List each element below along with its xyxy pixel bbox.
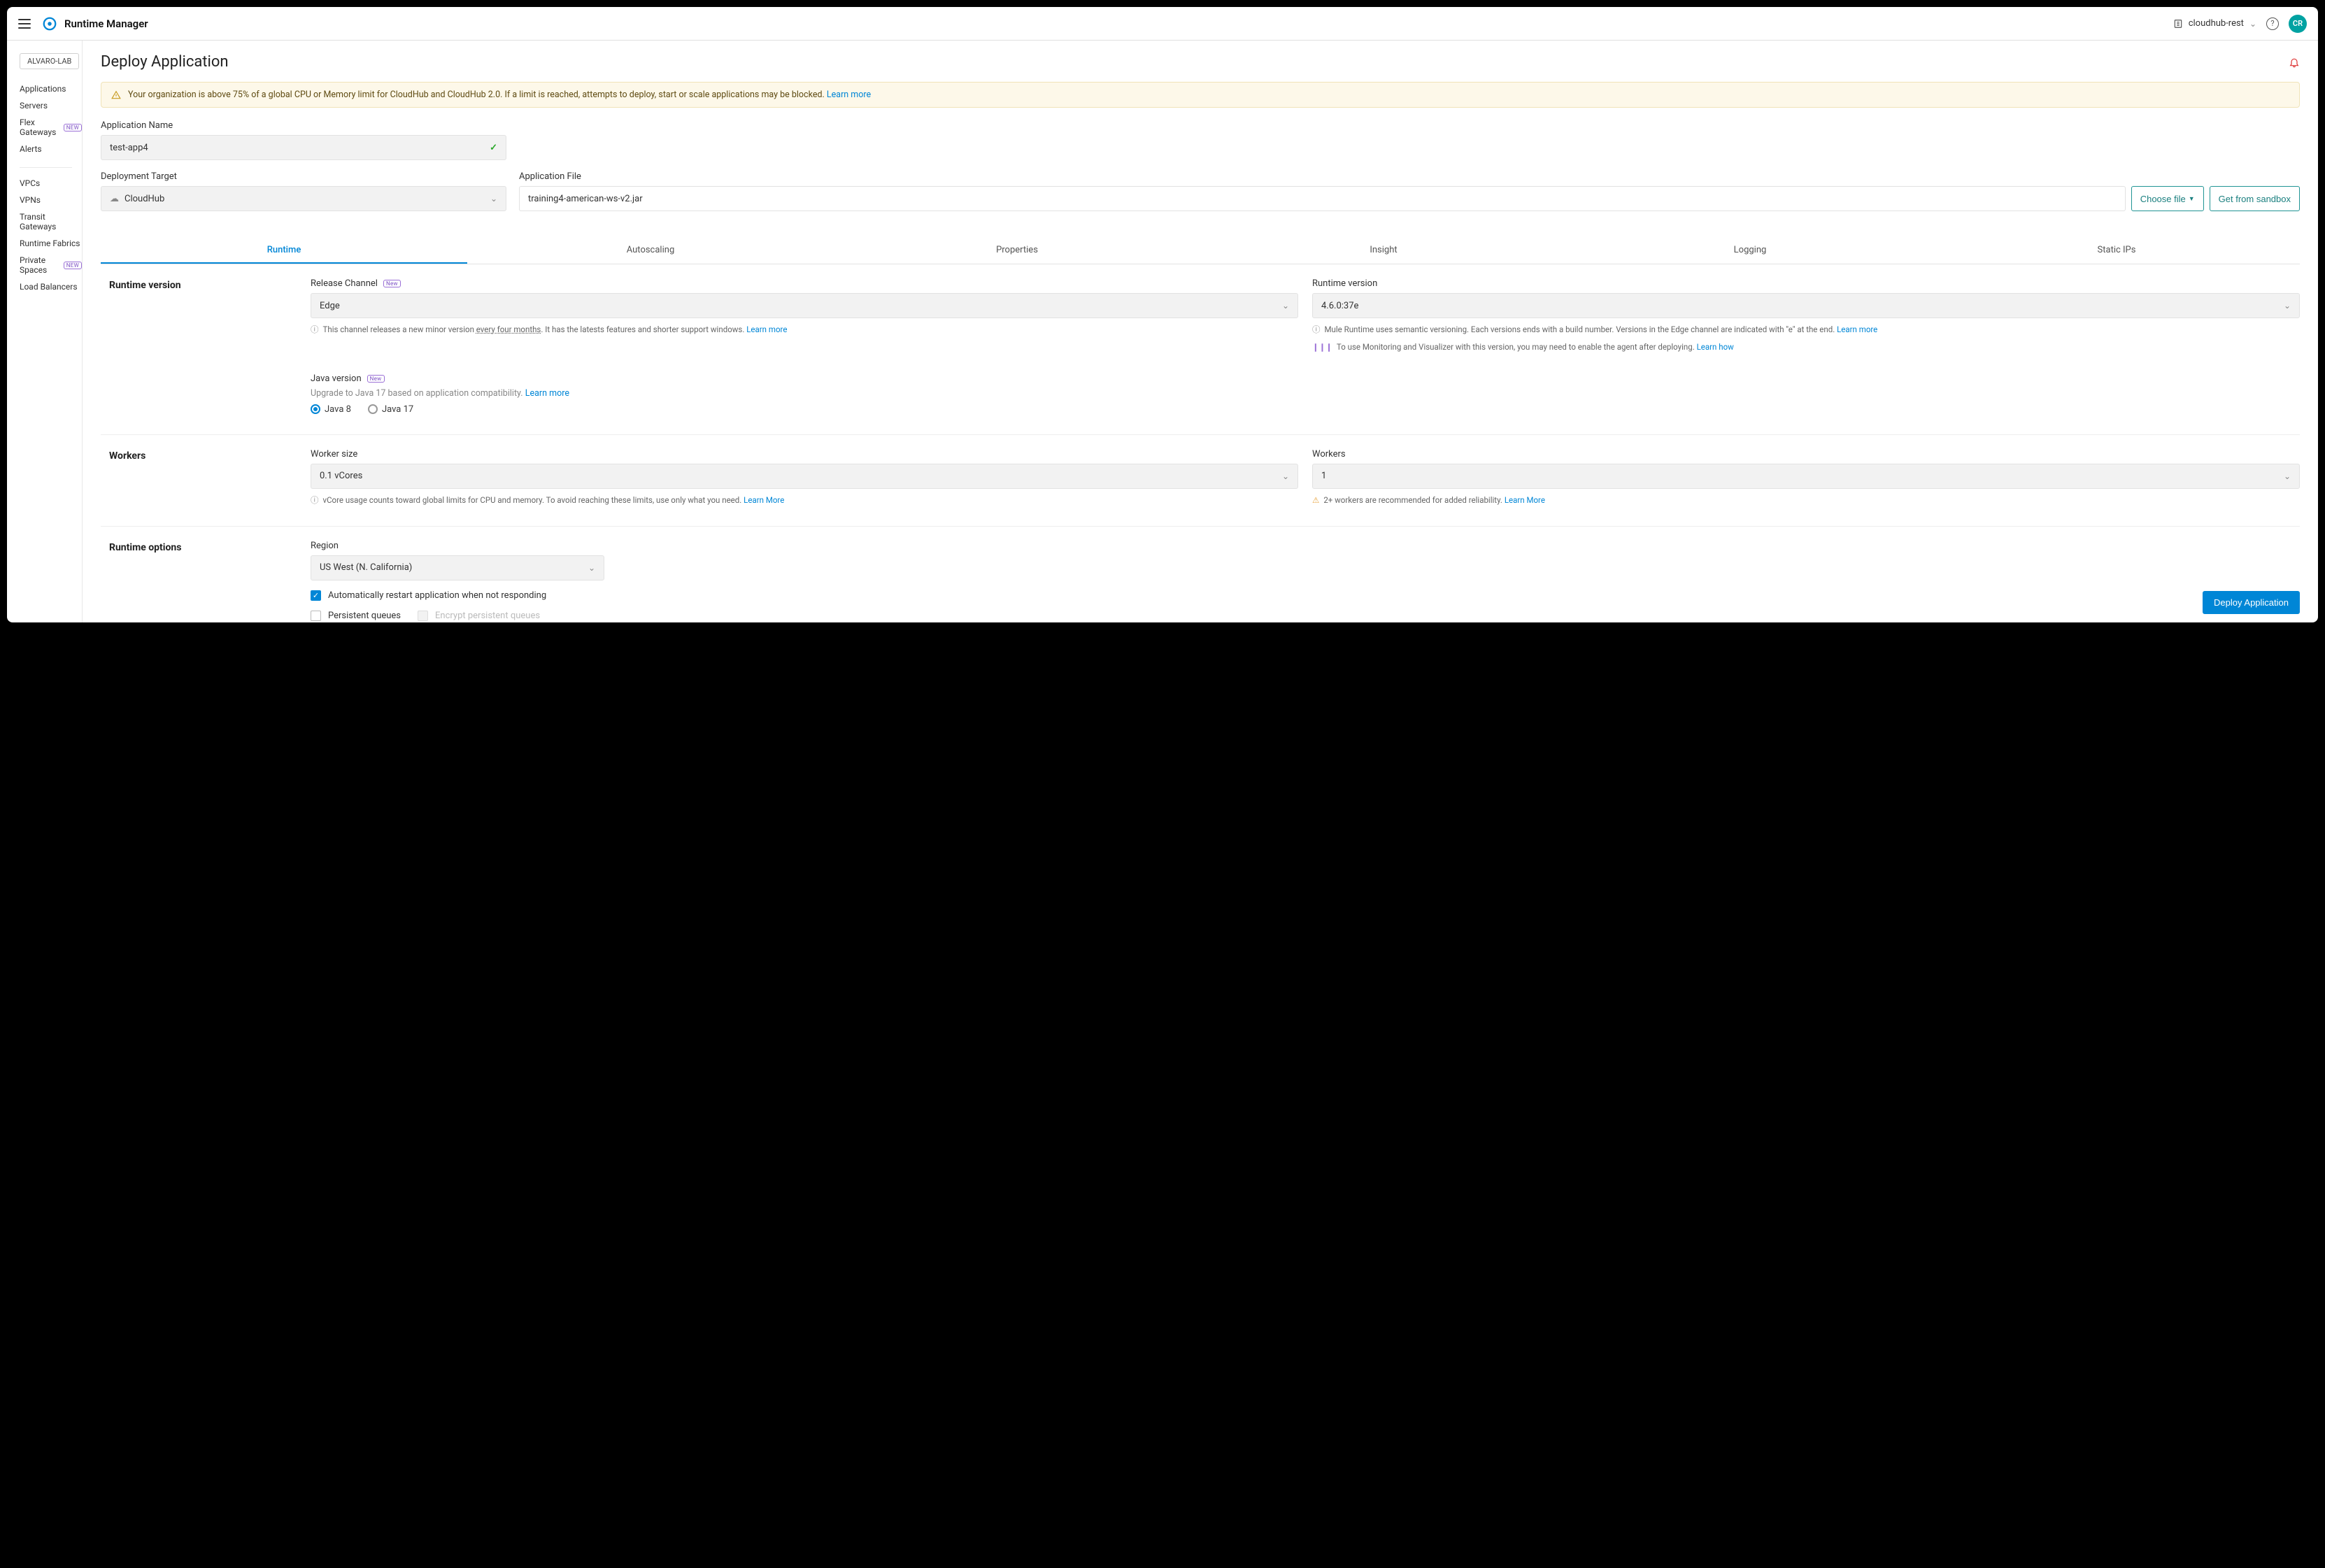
caret-down-icon: ▼: [2189, 195, 2195, 202]
application-file-input[interactable]: training4-american-ws-v2.jar: [519, 186, 2126, 211]
release-channel-label: Release Channel: [311, 278, 378, 289]
chart-icon: ❙❙❙: [1312, 341, 1332, 353]
menu-toggle[interactable]: [18, 19, 31, 29]
sidebar-item-vpcs[interactable]: VPCs: [20, 175, 82, 192]
sidebar-item-transit-gateways[interactable]: Transit Gateways: [20, 208, 82, 235]
sidebar-item-vpns[interactable]: VPNs: [20, 192, 82, 208]
avatar[interactable]: CR: [2289, 15, 2307, 33]
page-title: Deploy Application: [101, 53, 229, 71]
chevron-down-icon: ⌄: [490, 194, 497, 204]
info-icon: ⓘ: [311, 324, 319, 336]
app-name-input[interactable]: test-app4 ✓: [101, 135, 506, 160]
deploy-application-button[interactable]: Deploy Application: [2203, 591, 2300, 614]
runtime-version-select[interactable]: 4.6.0:37e⌄: [1312, 293, 2300, 318]
org-name: cloudhub-rest: [2189, 18, 2244, 29]
release-learn-more-link[interactable]: Learn more: [746, 325, 787, 334]
app-title: Runtime Manager: [64, 17, 148, 30]
valid-icon: ✓: [490, 143, 497, 153]
info-icon: ⓘ: [1312, 324, 1321, 336]
chevron-down-icon: ⌄: [1282, 471, 1289, 481]
tab-static-ips[interactable]: Static IPs: [1933, 238, 2300, 264]
runtime-version-label: Runtime version: [1312, 278, 2300, 289]
section-workers: Workers: [101, 449, 311, 506]
section-runtime-options: Runtime options: [101, 541, 311, 622]
chevron-down-icon: ⌄: [2284, 471, 2291, 481]
version-learn-more-link[interactable]: Learn more: [1837, 325, 1877, 334]
java-version-label: Java version: [311, 373, 362, 384]
chevron-down-icon: ⌄: [588, 563, 595, 573]
release-channel-select[interactable]: Edge⌄: [311, 293, 1298, 318]
deployment-target-select[interactable]: ☁CloudHub ⌄: [101, 186, 506, 211]
chevron-down-icon: ⌄: [1282, 301, 1289, 311]
app-name-label: Application Name: [101, 120, 506, 131]
alert-learn-more-link[interactable]: Learn more: [827, 90, 871, 100]
new-badge: NEW: [64, 262, 82, 269]
tab-insight[interactable]: Insight: [1200, 238, 1567, 264]
section-runtime-version: Runtime version: [101, 278, 311, 415]
new-badge: New: [383, 280, 401, 287]
java17-radio[interactable]: Java 17: [368, 404, 413, 415]
config-tabs: Runtime Autoscaling Properties Insight L…: [101, 238, 2300, 264]
choose-file-button[interactable]: Choose file▼: [2131, 186, 2204, 211]
target-label: Deployment Target: [101, 171, 506, 182]
tab-runtime[interactable]: Runtime: [101, 238, 467, 264]
product-logo: [42, 16, 57, 31]
workers-learn-more-link[interactable]: Learn More: [1505, 495, 1545, 505]
tab-properties[interactable]: Properties: [834, 238, 1200, 264]
tab-autoscaling[interactable]: Autoscaling: [467, 238, 834, 264]
persistent-queues-checkbox[interactable]: Persistent queues: [311, 611, 401, 621]
encrypt-queues-checkbox: Encrypt persistent queues: [418, 611, 540, 621]
warning-icon: [111, 90, 121, 100]
workers-count-select[interactable]: 1⌄: [1312, 464, 2300, 489]
cloud-icon: ☁: [110, 194, 119, 204]
auto-restart-checkbox[interactable]: ✓Automatically restart application when …: [311, 590, 604, 601]
monitor-learn-how-link[interactable]: Learn how: [1697, 342, 1734, 352]
environment-picker[interactable]: ALVARO-LAB: [20, 53, 79, 69]
worker-size-label: Worker size: [311, 449, 1298, 459]
sidebar-item-flex-gateways[interactable]: Flex GatewaysNEW: [20, 114, 82, 141]
region-select[interactable]: US West (N. California)⌄: [311, 555, 604, 580]
sidebar-item-runtime-fabrics[interactable]: Runtime Fabrics: [20, 235, 82, 252]
region-label: Region: [311, 541, 604, 551]
help-icon[interactable]: ?: [2266, 17, 2279, 30]
file-label: Application File: [519, 171, 2300, 182]
workers-count-label: Workers: [1312, 449, 2300, 459]
get-from-sandbox-button[interactable]: Get from sandbox: [2210, 186, 2300, 211]
new-badge: NEW: [64, 124, 82, 131]
chevron-down-icon: ⌄: [2249, 19, 2256, 29]
sidebar-item-servers[interactable]: Servers: [20, 97, 82, 114]
new-badge: New: [367, 375, 385, 383]
sidebar-item-alerts[interactable]: Alerts: [20, 141, 82, 157]
java8-radio[interactable]: Java 8: [311, 404, 351, 415]
worker-size-learn-more-link[interactable]: Learn More: [744, 495, 784, 505]
warning-icon: ⚠: [1312, 494, 1319, 506]
chevron-down-icon: ⌄: [2284, 301, 2291, 311]
info-icon: ⓘ: [311, 494, 319, 506]
java-learn-more-link[interactable]: Learn more: [525, 388, 569, 399]
sidebar: ALVARO-LAB Applications Servers Flex Gat…: [7, 41, 83, 622]
worker-size-select[interactable]: 0.1 vCores⌄: [311, 464, 1298, 489]
notifications-icon[interactable]: [2289, 57, 2300, 68]
quota-alert: Your organization is above 75% of a glob…: [101, 82, 2300, 108]
sidebar-item-applications[interactable]: Applications: [20, 80, 82, 97]
tab-logging[interactable]: Logging: [1567, 238, 1933, 264]
sidebar-item-private-spaces[interactable]: Private SpacesNEW: [20, 252, 82, 278]
sidebar-item-load-balancers[interactable]: Load Balancers: [20, 278, 82, 295]
org-picker[interactable]: cloudhub-rest ⌄: [2173, 18, 2256, 29]
